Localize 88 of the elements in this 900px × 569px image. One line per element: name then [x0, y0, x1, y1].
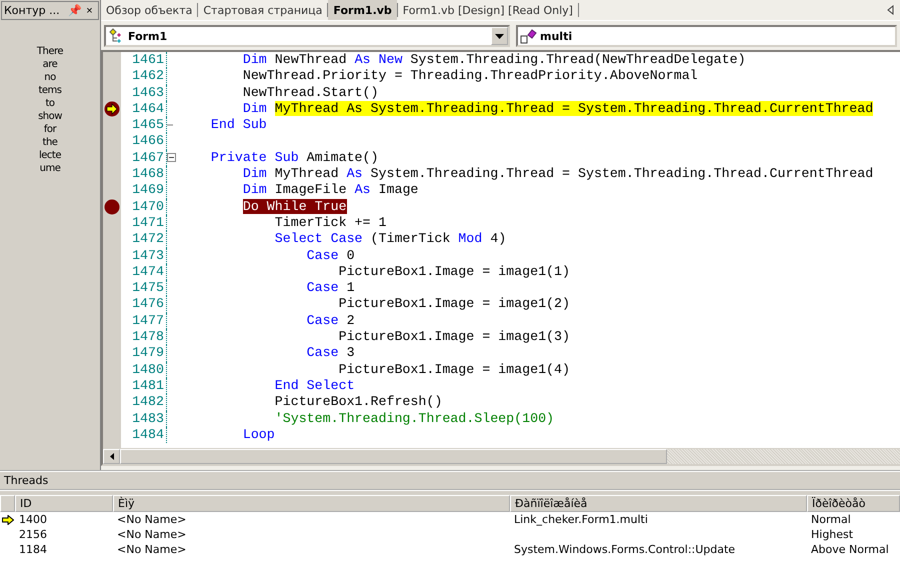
- empty-message-text: are: [42, 58, 58, 71]
- table-cell: <No Name>: [117, 527, 186, 542]
- line-number: 1473: [121, 248, 167, 264]
- code-line: PictureBox1.Image = image1(2): [338, 296, 570, 313]
- document-tab[interactable]: Form1.vb [Design] [Read Only]: [398, 0, 578, 20]
- line-number: 1475: [121, 280, 167, 296]
- code-line: End Sub: [210, 117, 267, 134]
- code-line: Case 1: [306, 280, 355, 296]
- line-number: 1476: [121, 296, 167, 313]
- code-line: Dim MyThread As System.Threading.Thread = System.Threading.Thread.CurrentThread: [242, 100, 874, 118]
- code-line: Case 2: [306, 312, 355, 330]
- table-cell: <No Name>: [117, 512, 186, 527]
- caret-icon: [110, 453, 114, 460]
- line-number: 1481: [121, 378, 167, 394]
- column-header[interactable]: Ïðèîðèòåò: [807, 495, 900, 512]
- code-editor[interactable]: [101, 50, 900, 466]
- empty-message-text: lecte: [38, 149, 61, 162]
- column-header[interactable]: Ðàñïîëîæåíèå: [510, 495, 807, 512]
- empty-message-text: tems: [38, 84, 62, 97]
- empty-message-text: There: [36, 45, 64, 58]
- document-tab[interactable]: Обзор объекта: [101, 0, 198, 20]
- code-line: Select Case (TimerTick Mod 4): [274, 231, 506, 248]
- empty-message-text: to: [45, 97, 55, 110]
- empty-message-text: the: [42, 136, 58, 149]
- panel-title: Контур ...: [4, 4, 61, 17]
- line-number: 1463: [121, 84, 167, 101]
- table-cell: Normal: [811, 512, 851, 527]
- line-number: 1470: [121, 198, 167, 215]
- code-line: NewThread.Priority = Threading.ThreadPriority.AboveNormal: [242, 68, 698, 85]
- collapse-icon[interactable]: [167, 153, 176, 162]
- document-tab[interactable]: Стартовая страница: [198, 0, 328, 20]
- line-number: 1480: [121, 362, 167, 378]
- line-number: 1461: [121, 52, 167, 68]
- empty-message-text: show: [38, 110, 62, 123]
- code-line: Dim ImageFile As Image: [242, 182, 418, 199]
- table-cell: 1184: [19, 542, 47, 557]
- code-line: PictureBox1.Image = image1(4): [338, 362, 570, 378]
- table-cell: 1400: [19, 512, 47, 527]
- empty-message-text: no: [44, 71, 56, 84]
- scrollbar-thumb[interactable]: [120, 449, 667, 464]
- column-header[interactable]: Èìÿ: [113, 495, 510, 512]
- line-number: 1466: [121, 133, 167, 150]
- scroll-left-button[interactable]: [103, 449, 120, 464]
- breakpoint-icon[interactable]: [104, 198, 120, 215]
- code-line: PictureBox1.Image = image1(3): [338, 329, 570, 346]
- line-number: 1484: [121, 426, 167, 444]
- code-line: Dim MyThread As System.Threading.Thread = System.Threading.Thread.CurrentThread: [242, 166, 874, 182]
- code-line: Dim NewThread As New System.Threading.Thread(NewThreadDelegate): [242, 52, 746, 68]
- line-number: 1468: [121, 166, 167, 182]
- line-number: 1462: [121, 68, 167, 85]
- table-cell: <No Name>: [117, 542, 186, 557]
- code-line: 'System.Threading.Thread.Sleep(100): [274, 410, 554, 427]
- document-tab[interactable]: Form1.vb: [328, 0, 397, 20]
- close-button[interactable]: ×: [83, 4, 96, 18]
- code-line: Case 0: [306, 248, 355, 264]
- line-number: 1474: [121, 264, 167, 280]
- method-dropdown[interactable]: multi: [516, 25, 897, 47]
- table-cell: Above Normal: [811, 542, 889, 557]
- line-number: 1479: [121, 345, 167, 362]
- code-line: PictureBox1.Refresh(): [274, 394, 442, 411]
- line-number: 1472: [121, 231, 167, 248]
- line-number: 1477: [121, 312, 167, 330]
- code-line: End Select: [274, 378, 355, 394]
- table-cell: 2156: [19, 527, 47, 542]
- line-number: 1471: [121, 214, 167, 232]
- panel-title: Threads: [0, 472, 900, 491]
- code-line: Case 3: [306, 345, 355, 362]
- code-line: Private Sub Amimate(): [210, 150, 378, 166]
- code-line: TimerTick += 1: [274, 214, 386, 232]
- code-line: PictureBox1.Image = image1(1): [338, 264, 570, 280]
- code-line: Loop: [242, 426, 275, 444]
- line-number: 1478: [121, 329, 167, 346]
- line-number: 1465: [121, 117, 167, 134]
- scroll-left-icon[interactable]: [886, 5, 894, 15]
- line-number: 1469: [121, 182, 167, 199]
- code-line: NewThread.Start(): [242, 84, 378, 101]
- table-cell: Highest: [811, 527, 854, 542]
- table-cell: Link_cheker.Form1.multi: [514, 512, 648, 527]
- empty-message-text: for: [44, 123, 56, 136]
- method-icon: [520, 28, 538, 44]
- column-header[interactable]: ID: [15, 495, 113, 512]
- line-number: 1482: [121, 394, 167, 411]
- class-dropdown[interactable]: Form1: [104, 25, 510, 47]
- horizontal-scrollbar[interactable]: [103, 448, 900, 464]
- line-number: 1464: [121, 100, 167, 118]
- table-cell: System.Windows.Forms.Control::Update: [514, 542, 736, 557]
- empty-message-text: ume: [40, 162, 60, 175]
- line-number: 1483: [121, 410, 167, 427]
